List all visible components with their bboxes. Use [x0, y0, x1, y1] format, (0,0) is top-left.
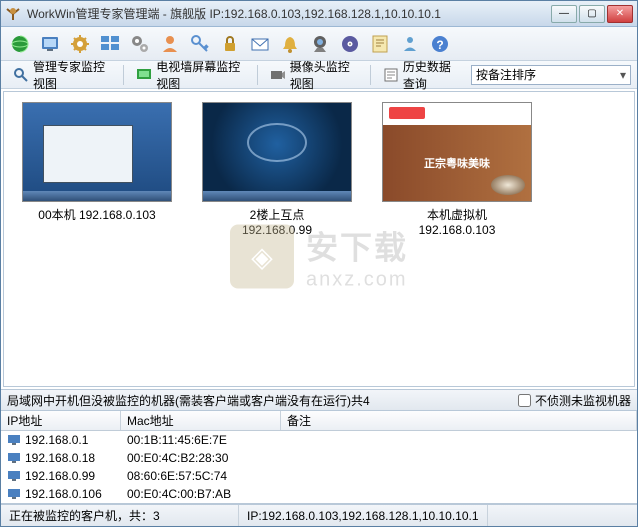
disable-detect-checkbox[interactable]: 不侦测未监视机器	[518, 392, 631, 409]
table-row[interactable]: 192.168.0.18 00:E0:4C:B2:28:30	[1, 449, 637, 467]
thumbnail-ip: 192.168.0.103	[419, 223, 496, 237]
client-thumbnail[interactable]: 00本机 192.168.0.103	[22, 102, 172, 223]
app-icon	[5, 6, 21, 22]
view-tab-history[interactable]: 历史数据查询	[377, 56, 467, 94]
separator-icon	[123, 65, 124, 85]
toolbar-bell-icon[interactable]	[277, 31, 303, 57]
thumbnail-ip: 192.168.0.99	[242, 223, 312, 237]
column-header-mac[interactable]: Mac地址	[121, 411, 281, 430]
minimize-button[interactable]: —	[551, 5, 577, 23]
column-header-ip[interactable]: IP地址	[1, 411, 121, 430]
table-body: 192.168.0.1 00:1B:11:45:6E:7E 192.168.0.…	[1, 431, 637, 503]
toolbar-note-icon[interactable]	[367, 31, 393, 57]
thumbnail-area: 00本机 192.168.0.103 2楼上互点 192.168.0.99 正宗…	[3, 91, 635, 387]
title-bar: WorkWin管理专家管理端 - 旗舰版 IP:192.168.0.103,19…	[1, 1, 637, 27]
view-tab-label: 电视墙屏幕监控视图	[156, 58, 245, 92]
toolbar-screens-icon[interactable]	[97, 31, 123, 57]
camera-icon	[270, 67, 286, 83]
toolbar-person2-icon[interactable]	[397, 31, 423, 57]
maximize-button[interactable]: ▢	[579, 5, 605, 23]
view-tab-camera[interactable]: 摄像头监控视图	[264, 56, 364, 94]
sort-selected-value: 按备注排序	[476, 66, 536, 83]
screenshot-preview: 正宗粤味美味	[382, 102, 532, 202]
toolbar-gears-icon[interactable]	[127, 31, 153, 57]
watermark-url: anxz.com	[306, 268, 408, 291]
view-tab-expert[interactable]: 管理专家监控视图	[7, 56, 117, 94]
toolbar-mail-icon[interactable]	[247, 31, 273, 57]
pc-icon	[7, 488, 21, 500]
view-tab-label: 摄像头监控视图	[290, 58, 358, 92]
status-monitored-count: 正在被监控的客户机，共：3	[1, 505, 239, 526]
window-buttons: — ▢ ✕	[551, 5, 633, 23]
screenshot-preview	[202, 102, 352, 202]
table-row[interactable]: 192.168.0.106 00:E0:4C:00:B7:AB	[1, 485, 637, 503]
toolbar-person-icon[interactable]	[157, 31, 183, 57]
view-tab-label: 历史数据查询	[403, 58, 461, 92]
panel-heading-text: 局域网中开机但没被监控的机器(需装客户端或客户端没有在运行)共4	[7, 392, 518, 409]
status-ip-list: IP:192.168.0.103,192.168.128.1,10.10.10.…	[239, 505, 488, 526]
window-title: WorkWin管理专家管理端 - 旗舰版 IP:192.168.0.103,19…	[27, 5, 551, 22]
thumbnail-caption: 00本机 192.168.0.103	[38, 206, 155, 223]
separator-icon	[370, 65, 371, 85]
view-tab-tvwall[interactable]: 电视墙屏幕监控视图	[130, 56, 251, 94]
thumbnail-caption: 2楼上互点	[250, 206, 305, 223]
close-button[interactable]: ✕	[607, 5, 633, 23]
client-thumbnail[interactable]: 正宗粤味美味 本机虚拟机 192.168.0.103	[382, 102, 532, 237]
table-row[interactable]: 192.168.0.1 00:1B:11:45:6E:7E	[1, 431, 637, 449]
checkbox-input[interactable]	[518, 394, 531, 407]
toolbar-disc-icon[interactable]	[337, 31, 363, 57]
history-icon	[383, 67, 399, 83]
column-header-note[interactable]: 备注	[281, 411, 637, 430]
toolbar-lock-icon[interactable]	[217, 31, 243, 57]
svg-text:?: ?	[436, 38, 443, 52]
toolbar-globe-icon[interactable]	[7, 31, 33, 57]
pc-icon	[7, 434, 21, 446]
main-window: WorkWin管理专家管理端 - 旗舰版 IP:192.168.0.103,19…	[0, 0, 638, 527]
pc-icon	[7, 470, 21, 482]
separator-icon	[257, 65, 258, 85]
status-bar: 正在被监控的客户机，共：3 IP:192.168.0.103,192.168.1…	[1, 504, 637, 526]
screenshot-preview	[22, 102, 172, 202]
view-tab-label: 管理专家监控视图	[33, 58, 111, 92]
unmonitored-panel-header: 局域网中开机但没被监控的机器(需装客户端或客户端没有在运行)共4 不侦测未监视机…	[1, 389, 637, 411]
client-thumbnail[interactable]: 2楼上互点 192.168.0.99	[202, 102, 352, 237]
toolbar-webcam-icon[interactable]	[307, 31, 333, 57]
toolbar-monitor-icon[interactable]	[37, 31, 63, 57]
checkbox-label: 不侦测未监视机器	[535, 392, 631, 409]
tv-icon	[136, 67, 152, 83]
view-tabs-bar: 管理专家监控视图 电视墙屏幕监控视图 摄像头监控视图 历史数据查询 按备注排序	[1, 61, 637, 89]
toolbar-help-icon[interactable]: ?	[427, 31, 453, 57]
unmonitored-table: IP地址 Mac地址 备注 192.168.0.1 00:1B:11:45:6E…	[1, 411, 637, 504]
thumbnail-caption: 本机虚拟机	[427, 206, 487, 223]
pc-icon	[7, 452, 21, 464]
toolbar-settings-icon[interactable]	[67, 31, 93, 57]
table-row[interactable]: 192.168.0.99 08:60:6E:57:5C:74	[1, 467, 637, 485]
magnifier-icon	[13, 67, 29, 83]
toolbar-key-icon[interactable]	[187, 31, 213, 57]
sort-dropdown[interactable]: 按备注排序	[471, 65, 631, 85]
table-header: IP地址 Mac地址 备注	[1, 411, 637, 431]
